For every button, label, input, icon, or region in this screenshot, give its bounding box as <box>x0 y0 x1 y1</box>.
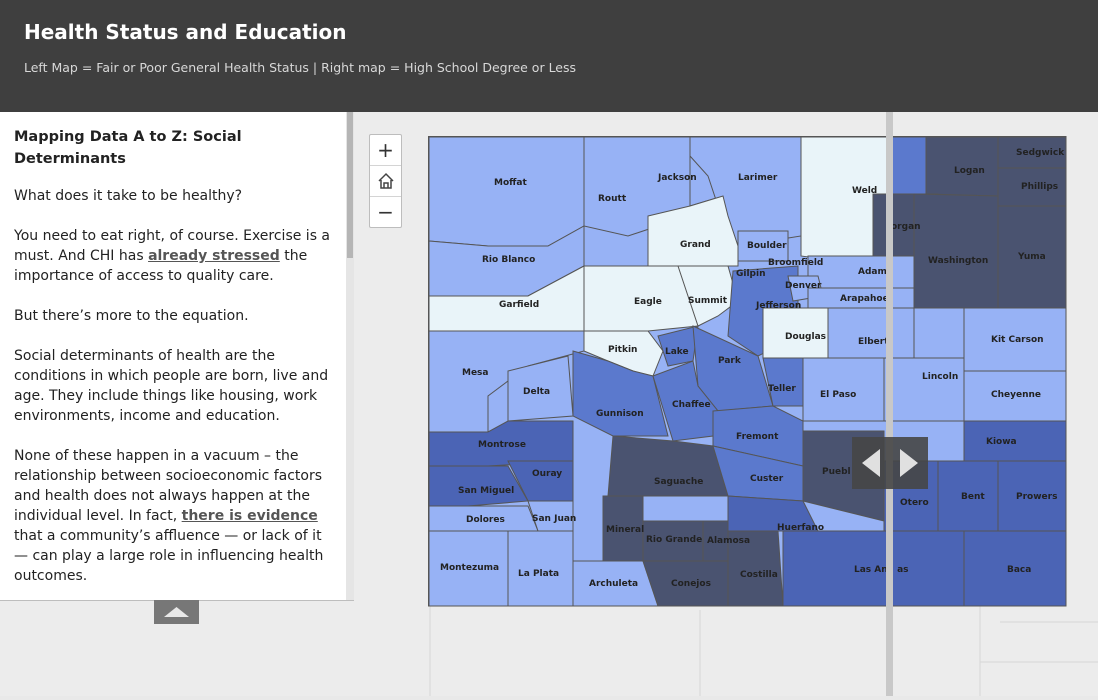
label-san-juan: San Juan <box>532 514 576 524</box>
label-washington: Washington <box>928 256 988 266</box>
label-phillips: Phillips <box>1021 182 1058 192</box>
label-las-animas: Las An as <box>854 565 909 575</box>
story-panel: Mapping Data A to Z: Social Determinants… <box>0 112 354 601</box>
label-pitkin: Pitkin <box>608 345 637 355</box>
label-pueblo: Puebl <box>822 467 851 477</box>
label-elbert: Elbert <box>858 337 889 347</box>
label-rio-blanco: Rio Blanco <box>482 255 535 265</box>
label-baca: Baca <box>1007 565 1031 575</box>
label-yuma: Yuma <box>1017 252 1046 262</box>
label-park: Park <box>718 356 742 366</box>
label-lincoln: Lincoln <box>922 372 958 382</box>
collapse-panel-button[interactable] <box>154 600 199 624</box>
zoom-in-button[interactable]: + <box>370 135 401 166</box>
county-moffat[interactable] <box>428 136 585 247</box>
label-delta: Delta <box>523 387 550 397</box>
story-paragraph-3: But there’s more to the equation. <box>14 308 249 324</box>
link-already-stressed[interactable]: already stressed <box>148 248 280 264</box>
label-mineral: Mineral <box>606 525 644 535</box>
label-alamosa: Alamosa <box>707 536 750 546</box>
label-larimer: Larimer <box>738 173 778 183</box>
county-lincoln[interactable] <box>883 357 965 422</box>
label-mesa: Mesa <box>462 368 489 378</box>
county-weld-east <box>889 136 927 197</box>
label-el-paso: El Paso <box>820 390 856 400</box>
label-denver: Denver <box>785 281 822 291</box>
label-custer: Custer <box>750 474 784 484</box>
label-garfield: Garfield <box>499 300 539 310</box>
label-eagle: Eagle <box>634 297 662 307</box>
label-archuleta: Archuleta <box>589 579 638 589</box>
label-routt: Routt <box>598 194 627 204</box>
label-kit-carson: Kit Carson <box>991 335 1044 345</box>
label-otero: Otero <box>900 498 929 508</box>
label-chaffee: Chaffee <box>672 400 711 410</box>
label-grand: Grand <box>680 240 711 250</box>
zoom-control: + − <box>369 134 402 228</box>
story-paragraph-1: What does it take to be healthy? <box>14 188 243 204</box>
label-arapahoe: Arapahoe <box>840 294 889 304</box>
label-conejos: Conejos <box>671 579 711 589</box>
scrollbar-thumb[interactable] <box>347 112 353 258</box>
story-paragraph-4: Social determinants of health are the co… <box>14 348 329 424</box>
label-lake: Lake <box>665 347 689 357</box>
home-button[interactable] <box>370 166 401 197</box>
colorado-map[interactable]: Moffat Routt Jackson Larimer Weld Sedgwi… <box>428 136 1068 608</box>
county-elbert[interactable] <box>827 307 915 359</box>
label-broomfield: Broomfield <box>768 258 823 268</box>
label-rio-grande: Rio Grande <box>646 535 702 545</box>
label-saguache: Saguache <box>654 477 703 487</box>
label-dolores: Dolores <box>466 515 505 525</box>
home-icon <box>377 172 394 189</box>
label-prowers: Prowers <box>1016 492 1057 502</box>
swipe-handle[interactable] <box>852 437 928 489</box>
label-montezuma: Montezuma <box>440 563 499 573</box>
zoom-out-button[interactable]: − <box>370 197 401 227</box>
label-gunnison: Gunnison <box>596 409 644 419</box>
story-paragraph-5: None of these happen in a vacuum – the r… <box>14 446 338 586</box>
label-logan: Logan <box>954 166 985 176</box>
label-bent: Bent <box>961 492 985 502</box>
label-huerfano: Huerfano <box>777 523 824 533</box>
label-gilpin: Gilpin <box>736 269 766 279</box>
swipe-arrows-icon <box>862 449 918 477</box>
label-morgan: organ <box>891 222 921 232</box>
label-boulder: Boulder <box>747 241 787 251</box>
label-summit: Summit <box>688 296 728 306</box>
label-jackson: Jackson <box>657 173 697 183</box>
label-kiowa: Kiowa <box>986 437 1017 447</box>
label-la-plata: La Plata <box>518 569 559 579</box>
label-fremont: Fremont <box>736 432 779 442</box>
chevron-up-icon <box>164 607 189 617</box>
page-title: Health Status and Education <box>24 20 347 44</box>
label-weld: Weld <box>852 186 877 196</box>
label-cheyenne: Cheyenne <box>991 390 1041 400</box>
label-ouray: Ouray <box>532 469 562 479</box>
header-bar: Health Status and Education Left Map = F… <box>0 0 1098 112</box>
panel-scrollbar[interactable] <box>346 112 354 600</box>
page-subtitle: Left Map = Fair or Poor General Health S… <box>24 60 577 75</box>
story-content: Mapping Data A to Z: Social Determinants… <box>14 126 338 606</box>
text-span: that a community’s affluence — or lack o… <box>14 528 324 584</box>
label-douglas: Douglas <box>785 332 826 342</box>
label-sedgwick: Sedgwick <box>1016 148 1065 158</box>
label-san-miguel: San Miguel <box>458 486 514 496</box>
story-paragraph-2: You need to eat right, of course. Exerci… <box>14 226 338 286</box>
swipe-divider[interactable] <box>886 112 893 696</box>
label-moffat: Moffat <box>494 178 528 188</box>
county-washington[interactable] <box>913 193 999 309</box>
label-costilla: Costilla <box>740 570 778 580</box>
label-jefferson: Jefferson <box>755 301 801 311</box>
label-teller: Teller <box>768 384 796 394</box>
label-montrose: Montrose <box>478 440 526 450</box>
link-there-is-evidence[interactable]: there is evidence <box>182 508 318 524</box>
story-heading: Mapping Data A to Z: Social Determinants <box>14 129 242 167</box>
